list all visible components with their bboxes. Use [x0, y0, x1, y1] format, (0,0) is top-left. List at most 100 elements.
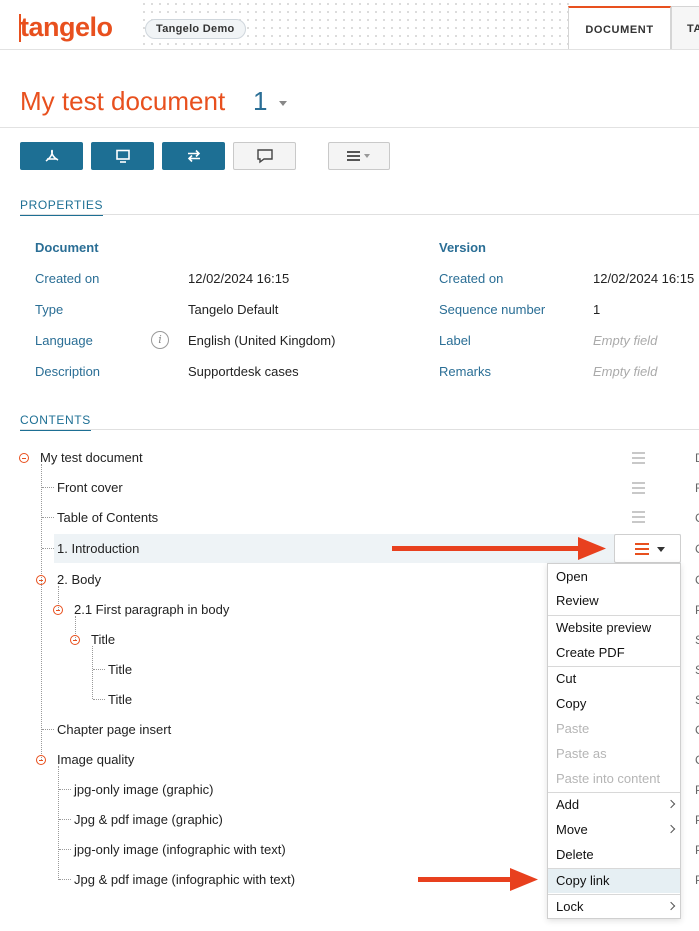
- menu-item-add[interactable]: Add: [548, 793, 680, 817]
- edge-column-text: F: [695, 481, 699, 495]
- tree-connector: [59, 849, 71, 850]
- menu-item-create-pdf[interactable]: Create PDF: [548, 641, 680, 665]
- environment-badge: Tangelo Demo: [145, 19, 246, 39]
- edge-column-text: C: [695, 723, 699, 737]
- tree-node[interactable]: 2. Body: [57, 572, 101, 587]
- tree-connector: [58, 766, 59, 880]
- tree-node[interactable]: Table of Contents: [57, 510, 158, 525]
- row-menu-icon[interactable]: [632, 511, 648, 524]
- tab-document[interactable]: DOCUMENT: [568, 6, 671, 50]
- edge-column-text: P: [695, 783, 699, 797]
- tree-node[interactable]: Title: [108, 662, 132, 677]
- annotation-arrow-icon: [392, 537, 606, 560]
- edge-column-text: C: [695, 753, 699, 767]
- tab-partial[interactable]: TA: [671, 6, 699, 50]
- collapse-icon[interactable]: [70, 635, 80, 645]
- collapse-icon[interactable]: [36, 755, 46, 765]
- collapse-icon[interactable]: [19, 453, 29, 463]
- doc-created-value: 12/02/2024 16:15: [188, 271, 290, 286]
- app-header: tangelo Tangelo Demo DOCUMENT TA: [0, 0, 699, 50]
- document-properties-heading: Document: [35, 240, 99, 255]
- info-icon[interactable]: i: [151, 331, 169, 349]
- menu-item-copy[interactable]: Copy: [548, 692, 680, 716]
- tangelo-logo[interactable]: tangelo: [20, 12, 113, 43]
- doc-type-value: Tangelo Default: [188, 302, 279, 317]
- tree-node[interactable]: Title: [108, 692, 132, 707]
- collapse-icon[interactable]: [53, 605, 63, 615]
- tree-node[interactable]: Image quality: [57, 752, 134, 767]
- version-properties-heading: Version: [439, 240, 486, 255]
- tree-connector: [59, 819, 71, 820]
- row-actions-button[interactable]: [614, 534, 681, 563]
- tree-node-selected[interactable]: 1. Introduction: [57, 541, 139, 556]
- comment-icon: [256, 149, 273, 164]
- tree-connector: [42, 729, 54, 730]
- tree-node-root[interactable]: My test document: [40, 450, 143, 465]
- chevron-right-icon: [666, 799, 676, 809]
- edge-column-text: P: [695, 813, 699, 827]
- doc-description-label: Description: [35, 364, 101, 379]
- tree-connector: [59, 789, 71, 790]
- edge-column-text: C: [695, 511, 699, 525]
- menu-item-move[interactable]: Move: [548, 818, 680, 842]
- menu-item-copy-link[interactable]: Copy link: [548, 869, 680, 893]
- chevron-right-icon: [666, 901, 676, 911]
- edge-column-text: P: [695, 873, 699, 887]
- edge-column-text: P: [695, 843, 699, 857]
- tree-node[interactable]: Jpg & pdf image (infographic with text): [74, 872, 295, 887]
- header-divider: [0, 49, 699, 50]
- tree-connector: [93, 699, 105, 700]
- edge-column-text: D: [695, 451, 699, 465]
- menu-item-lock-label: Lock: [556, 899, 584, 914]
- ver-created-value: 12/02/2024 16:15: [593, 271, 695, 286]
- tree-connector: [59, 879, 71, 880]
- tree-connector: [42, 487, 54, 488]
- menu-item-add-label: Add: [556, 797, 580, 812]
- row-menu-icon[interactable]: [632, 452, 648, 465]
- compare-button[interactable]: [162, 142, 225, 170]
- ver-remarks-label: Remarks: [439, 364, 492, 379]
- chevron-right-icon: [666, 824, 676, 834]
- preview-button[interactable]: [91, 142, 154, 170]
- menu-icon: [347, 151, 370, 161]
- more-actions-button[interactable]: [328, 142, 390, 170]
- ver-label-value[interactable]: Empty field: [593, 333, 657, 348]
- pdf-icon: [45, 149, 58, 162]
- tree-node[interactable]: Chapter page insert: [57, 722, 171, 737]
- edge-column-text: C: [695, 542, 699, 556]
- menu-item-website-preview[interactable]: Website preview: [548, 616, 680, 640]
- chevron-down-icon[interactable]: [279, 101, 287, 106]
- properties-divider: [20, 214, 699, 215]
- comment-button[interactable]: [233, 142, 296, 170]
- menu-item-delete[interactable]: Delete: [548, 843, 680, 867]
- row-menu-icon[interactable]: [632, 482, 648, 495]
- ver-remarks-value[interactable]: Empty field: [593, 364, 657, 379]
- tree-node[interactable]: Front cover: [57, 480, 123, 495]
- tree-connector: [93, 669, 105, 670]
- doc-created-label: Created on: [35, 271, 100, 286]
- menu-item-open[interactable]: Open: [548, 565, 680, 589]
- chevron-down-icon: [657, 547, 665, 552]
- annotation-arrow-icon: [418, 868, 538, 891]
- menu-item-review[interactable]: Review: [548, 589, 680, 613]
- version-selector[interactable]: 1: [253, 86, 267, 117]
- pdf-button[interactable]: [20, 142, 83, 170]
- ver-created-label: Created on: [439, 271, 504, 286]
- monitor-icon: [115, 149, 130, 163]
- doc-type-label: Type: [35, 302, 64, 317]
- tree-node[interactable]: 2.1 First paragraph in body: [74, 602, 229, 617]
- doc-description-value: Supportdesk cases: [188, 364, 299, 379]
- doc-language-label: Language: [35, 333, 93, 348]
- tree-node[interactable]: jpg-only image (infographic with text): [74, 842, 286, 857]
- tree-connector: [92, 646, 93, 699]
- menu-item-paste: Paste: [556, 721, 590, 736]
- menu-item-lock[interactable]: Lock: [548, 895, 680, 919]
- tree-connector: [42, 517, 54, 518]
- menu-item-cut[interactable]: Cut: [548, 667, 680, 691]
- tree-node[interactable]: Title: [91, 632, 115, 647]
- tree-connector: [41, 464, 42, 760]
- tree-node[interactable]: Jpg & pdf image (graphic): [74, 812, 223, 827]
- edge-column-text: S: [695, 633, 699, 647]
- collapse-icon[interactable]: [36, 575, 46, 585]
- tree-node[interactable]: jpg-only image (graphic): [74, 782, 213, 797]
